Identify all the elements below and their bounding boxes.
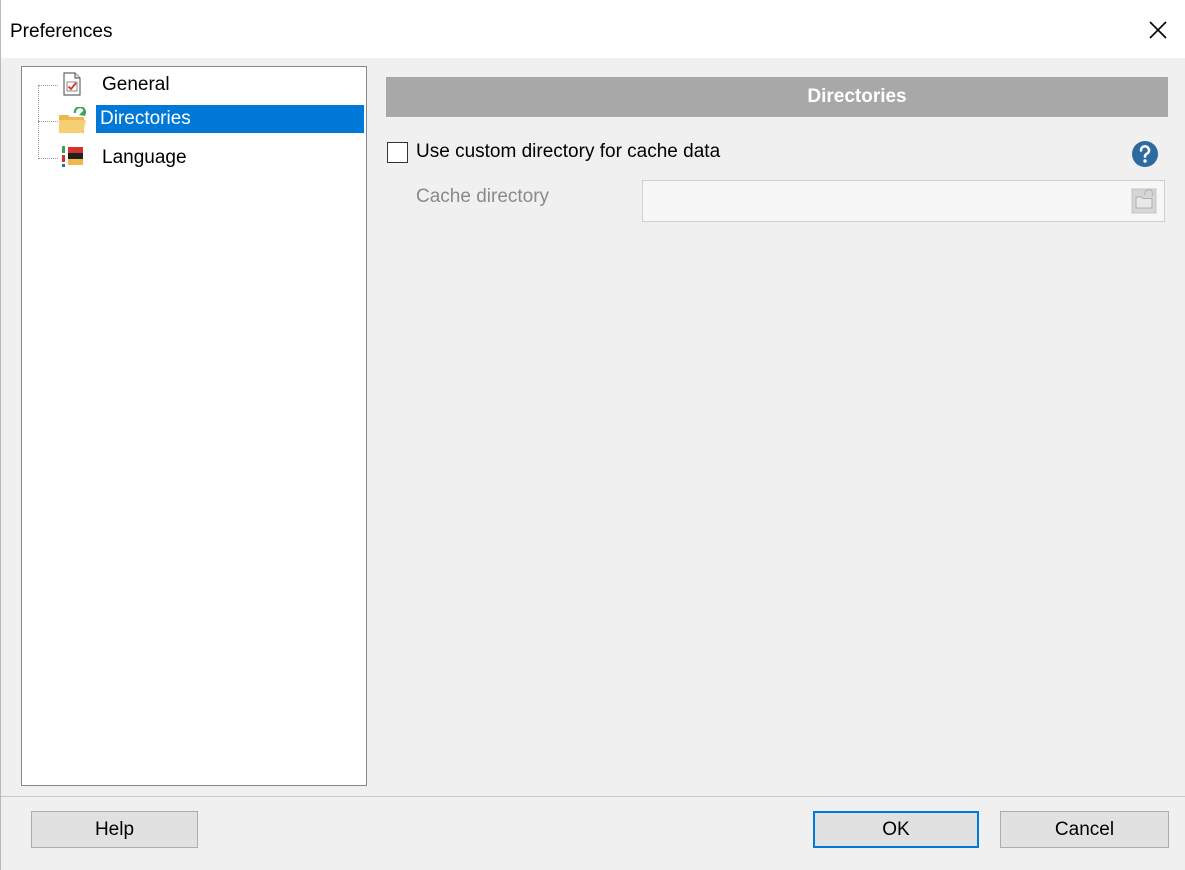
- cache-directory-input[interactable]: [642, 180, 1165, 222]
- use-custom-directory-checkbox[interactable]: [387, 141, 408, 163]
- use-custom-directory-option[interactable]: Use custom directory for cache data: [387, 139, 720, 165]
- window-title: Preferences: [10, 21, 113, 42]
- close-button[interactable]: [1130, 8, 1185, 52]
- tree-item-directories[interactable]: Directories: [22, 103, 366, 137]
- tree-item-label: Directories: [96, 105, 364, 133]
- tree-item-label: General: [102, 74, 170, 95]
- use-custom-directory-label: Use custom directory for cache data: [416, 141, 721, 162]
- help-question-icon[interactable]: [1131, 140, 1159, 168]
- section-header: Directories: [386, 77, 1168, 117]
- help-button[interactable]: Help: [31, 811, 198, 848]
- section-title: Directories: [807, 86, 907, 107]
- browse-folder-icon: [1131, 188, 1157, 214]
- footer-divider: [1, 796, 1185, 797]
- close-icon: [1149, 21, 1167, 39]
- tree-item-general[interactable]: General: [22, 67, 366, 101]
- cancel-button[interactable]: Cancel: [1000, 811, 1169, 848]
- ok-button[interactable]: OK: [813, 811, 979, 848]
- preferences-dialog: Preferences General Directories Language…: [0, 0, 1185, 870]
- browse-directory-button[interactable]: [1128, 185, 1160, 217]
- cache-directory-label: Cache directory: [416, 186, 550, 207]
- folder-refresh-icon: [59, 107, 86, 133]
- checklist-document-icon: [63, 72, 81, 96]
- tree-item-language[interactable]: Language: [22, 141, 366, 175]
- tree-connector: [38, 85, 58, 86]
- language-flags-icon: [62, 146, 83, 167]
- category-tree[interactable]: General Directories Language: [21, 66, 367, 786]
- tree-connector: [38, 158, 58, 159]
- tree-item-label: Language: [102, 147, 187, 168]
- title-bar: Preferences: [1, 0, 1185, 58]
- tree-connector: [38, 121, 58, 122]
